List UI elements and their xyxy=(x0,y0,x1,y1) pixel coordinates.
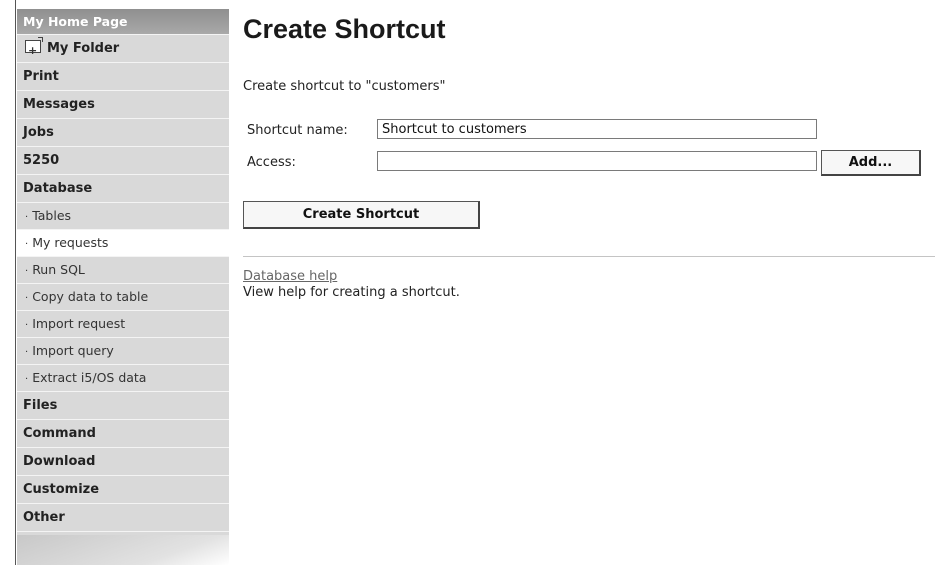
sidebar-item-label: Files xyxy=(23,398,58,413)
sidebar-item-label: Tables xyxy=(32,208,72,223)
bullet-icon: · xyxy=(25,320,29,331)
sidebar-item-my-home-page[interactable]: My Home Page xyxy=(17,9,229,35)
bullet-icon: · xyxy=(25,374,29,385)
sidebar-subitem-copy-data-to-table[interactable]: · Copy data to table xyxy=(17,284,229,311)
bullet-icon: · xyxy=(25,266,29,277)
sidebar-item-command[interactable]: Command xyxy=(17,420,229,448)
sidebar-item-label: Extract i5/OS data xyxy=(32,370,147,385)
sidebar-item-label: Copy data to table xyxy=(32,289,149,304)
sidebar-item-my-folder[interactable]: My Folder xyxy=(17,35,229,64)
access-field[interactable] xyxy=(377,151,817,171)
sidebar-item-download[interactable]: Download xyxy=(17,448,229,476)
sidebar-item-jobs[interactable]: Jobs xyxy=(17,119,229,147)
sidebar-subitem-import-request[interactable]: · Import request xyxy=(17,311,229,338)
bullet-icon: · xyxy=(25,212,29,223)
sidebar-footer xyxy=(17,535,229,565)
sidebar-subitem-run-sql[interactable]: · Run SQL xyxy=(17,257,229,284)
sidebar-item-label: Database xyxy=(23,181,93,196)
sidebar-item-5250[interactable]: 5250 xyxy=(17,147,229,175)
sidebar: My Home Page My Folder Print Messages Jo… xyxy=(17,9,229,565)
sidebar-item-label: Import query xyxy=(32,343,114,358)
divider xyxy=(243,256,935,257)
sidebar-item-label: Command xyxy=(23,426,96,441)
page-title: Create Shortcut xyxy=(243,14,446,44)
sidebar-item-print[interactable]: Print xyxy=(17,63,229,91)
sidebar-item-messages[interactable]: Messages xyxy=(17,91,229,119)
sidebar-subitem-my-requests[interactable]: · My requests xyxy=(17,230,229,257)
sidebar-item-label: Import request xyxy=(32,316,126,331)
sidebar-item-files[interactable]: Files xyxy=(17,392,229,420)
create-shortcut-button[interactable]: Create Shortcut xyxy=(243,201,480,229)
bullet-icon: · xyxy=(25,347,29,358)
sidebar-item-database[interactable]: Database xyxy=(17,175,229,203)
sidebar-item-customize[interactable]: Customize xyxy=(17,476,229,504)
database-help-link[interactable]: Database help xyxy=(243,269,337,284)
sidebar-item-label: My Folder xyxy=(47,41,120,56)
sidebar-subitem-import-query[interactable]: · Import query xyxy=(17,338,229,365)
shortcut-name-field[interactable] xyxy=(377,119,817,139)
add-button[interactable]: Add... xyxy=(821,150,921,176)
bullet-icon: · xyxy=(25,293,29,304)
sidebar-subitem-tables[interactable]: · Tables xyxy=(17,203,229,230)
sidebar-item-label: Run SQL xyxy=(32,262,85,277)
sidebar-item-label: Other xyxy=(23,510,65,525)
sidebar-subitem-extract-i5os-data[interactable]: · Extract i5/OS data xyxy=(17,365,229,392)
left-border xyxy=(15,0,16,565)
help-description: View help for creating a shortcut. xyxy=(243,285,460,300)
sidebar-item-label: Customize xyxy=(23,482,100,497)
shortcut-name-label: Shortcut name: xyxy=(247,123,348,138)
sidebar-item-label: My Home Page xyxy=(23,14,128,29)
sidebar-item-label: Jobs xyxy=(23,125,54,140)
sidebar-item-label: Messages xyxy=(23,97,95,112)
sidebar-item-label: Download xyxy=(23,454,96,469)
bullet-icon: · xyxy=(25,239,29,250)
page-subtitle: Create shortcut to "customers" xyxy=(243,79,446,94)
main-content: Create Shortcut Create shortcut to "cust… xyxy=(243,0,935,565)
folder-icon xyxy=(25,37,43,64)
access-label: Access: xyxy=(247,155,296,170)
sidebar-item-label: My requests xyxy=(32,235,109,250)
sidebar-item-label: Print xyxy=(23,69,59,84)
sidebar-item-other[interactable]: Other xyxy=(17,504,229,532)
sidebar-item-label: 5250 xyxy=(23,153,60,168)
